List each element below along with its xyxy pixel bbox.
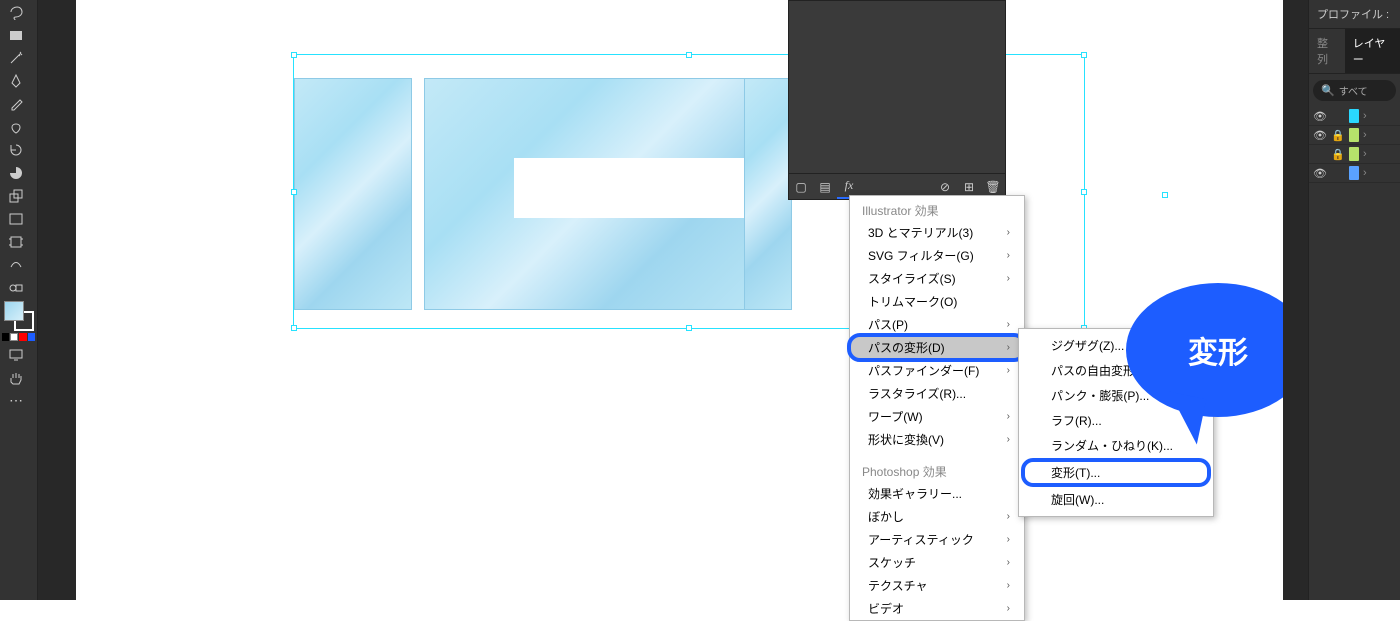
chevron-right-icon: ›: [1007, 534, 1010, 545]
fx-menu[interactable]: Illustrator 効果 3D とマテリアル(3)› SVG フィルター(G…: [849, 195, 1025, 621]
chevron-right-icon: ›: [1363, 110, 1367, 122]
menu-convert-shape[interactable]: 形状に変換(V)›: [850, 428, 1024, 451]
menu-effect-gallery[interactable]: 効果ギャラリー...: [850, 482, 1024, 505]
tool-rect[interactable]: [2, 23, 30, 46]
menu-video[interactable]: ビデオ›: [850, 597, 1024, 620]
color-row[interactable]: [2, 333, 35, 341]
eye-icon[interactable]: 👁: [1313, 110, 1327, 123]
chevron-right-icon: ›: [1007, 580, 1010, 591]
menu-blur[interactable]: ぼかし›: [850, 505, 1024, 528]
menu-texture[interactable]: テクスチャ›: [850, 574, 1024, 597]
right-panel: プロファイル : 整列 レイヤー 🔍 すべて 👁› 👁🔒› 🔒› 👁›: [1308, 0, 1400, 600]
toolbox: ⋯: [0, 0, 38, 600]
layer-row[interactable]: 👁›: [1309, 107, 1400, 126]
chevron-right-icon: ›: [1363, 148, 1367, 160]
menu-stylize[interactable]: スタイライズ(S)›: [850, 267, 1024, 290]
eye-icon[interactable]: 👁: [1313, 167, 1327, 180]
layer-row[interactable]: 🔒›: [1309, 145, 1400, 164]
submenu-twist[interactable]: 旋回(W)...: [1019, 487, 1213, 512]
tool-wand[interactable]: [2, 46, 30, 69]
chevron-right-icon: ›: [1007, 411, 1010, 422]
chevron-right-icon: ›: [1007, 511, 1010, 522]
tool-pen[interactable]: [2, 69, 30, 92]
chevron-right-icon: ›: [1007, 365, 1010, 376]
chevron-right-icon: ›: [1007, 342, 1010, 353]
chevron-right-icon: ›: [1007, 603, 1010, 614]
menu-header-photoshop: Photoshop 効果: [850, 457, 1024, 482]
menu-distort-transform[interactable]: パスの変形(D)›: [850, 336, 1024, 359]
chevron-right-icon: ›: [1007, 227, 1010, 238]
tool-shaper[interactable]: [2, 253, 30, 276]
menu-artistic[interactable]: アーティスティック›: [850, 528, 1024, 551]
menu-rasterize[interactable]: ラスタライズ(R)...: [850, 382, 1024, 405]
search-placeholder: すべて: [1339, 83, 1368, 98]
menu-path[interactable]: パス(P)›: [850, 313, 1024, 336]
chevron-right-icon: ›: [1007, 557, 1010, 568]
profile-label: プロファイル :: [1309, 0, 1400, 29]
handle-bl[interactable]: [291, 325, 297, 331]
layer-row[interactable]: 👁›: [1309, 164, 1400, 183]
tool-scale[interactable]: [2, 184, 30, 207]
tool-screen[interactable]: [2, 343, 30, 366]
tool-blob[interactable]: [2, 115, 30, 138]
lock-icon[interactable]: 🔒: [1331, 129, 1345, 142]
tool-rotate[interactable]: [2, 138, 30, 161]
layer-search[interactable]: 🔍 すべて: [1313, 80, 1396, 101]
chevron-right-icon: ›: [1007, 319, 1010, 330]
tool-lasso[interactable]: [2, 0, 30, 23]
tool-hand[interactable]: [2, 366, 30, 389]
tool-eyedrop[interactable]: [2, 92, 30, 115]
tool-pie[interactable]: [2, 161, 30, 184]
handle-mt[interactable]: [686, 52, 692, 58]
handle-ext-right[interactable]: [1162, 192, 1168, 198]
tool-rect2[interactable]: [2, 207, 30, 230]
panel-icon-box[interactable]: ▢: [789, 175, 813, 199]
menu-pathfinder[interactable]: パスファインダー(F)›: [850, 359, 1024, 382]
appearance-panel[interactable]: ▢ ▤ fx ⊘ ⊞ 🗑: [788, 0, 1006, 200]
tab-layers[interactable]: レイヤー: [1345, 29, 1400, 73]
right-dark-strip: [1283, 0, 1308, 600]
chevron-right-icon: ›: [1363, 129, 1367, 141]
panel-icon-stack[interactable]: ▤: [813, 175, 837, 199]
left-dark-strip: [38, 0, 76, 600]
menu-sketch[interactable]: スケッチ›: [850, 551, 1024, 574]
menu-trim-marks[interactable]: トリムマーク(O): [850, 290, 1024, 313]
submenu-transform[interactable]: 変形(T)...: [1023, 460, 1209, 485]
handle-mb[interactable]: [686, 325, 692, 331]
menu-warp[interactable]: ワープ(W)›: [850, 405, 1024, 428]
right-tabs: 整列 レイヤー: [1309, 29, 1400, 74]
handle-tl[interactable]: [291, 52, 297, 58]
eye-icon[interactable]: 👁: [1313, 129, 1327, 142]
annotation-text: 変形: [1188, 328, 1248, 372]
layer-row[interactable]: 👁 🔒 ›: [1309, 126, 1400, 145]
lock-icon[interactable]: 🔒: [1331, 148, 1345, 161]
chevron-right-icon: ›: [1007, 273, 1010, 284]
handle-mr[interactable]: [1081, 189, 1087, 195]
tool-more[interactable]: ⋯: [2, 389, 30, 412]
menu-3d-material[interactable]: 3D とマテリアル(3)›: [850, 221, 1024, 244]
menu-svg-filter[interactable]: SVG フィルター(G)›: [850, 244, 1024, 267]
tool-artboard[interactable]: [2, 230, 30, 253]
chevron-right-icon: ›: [1363, 167, 1367, 179]
chevron-right-icon: ›: [1007, 434, 1010, 445]
tab-align[interactable]: 整列: [1309, 29, 1345, 73]
handle-ml[interactable]: [291, 189, 297, 195]
handle-tr[interactable]: [1081, 52, 1087, 58]
tool-blend[interactable]: [2, 276, 30, 299]
search-icon: 🔍: [1321, 84, 1335, 97]
chevron-right-icon: ›: [1007, 250, 1010, 261]
fill-stroke-swatch[interactable]: [4, 301, 34, 331]
menu-header-illustrator: Illustrator 効果: [850, 196, 1024, 221]
